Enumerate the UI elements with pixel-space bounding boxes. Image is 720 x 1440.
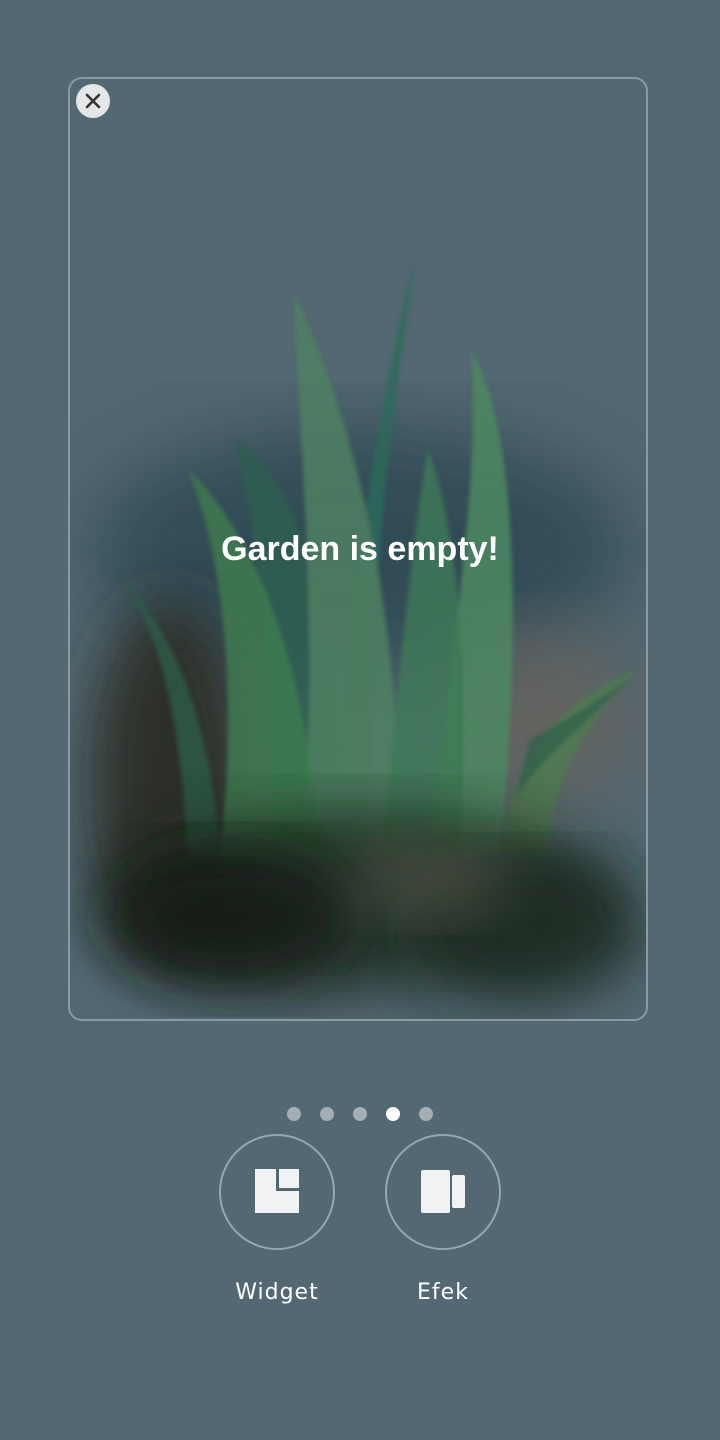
effects-button[interactable]: Efek xyxy=(385,1134,501,1305)
widget-button-circle[interactable] xyxy=(219,1134,335,1250)
widget-icon xyxy=(255,1169,299,1213)
effects-icon xyxy=(421,1170,465,1213)
close-icon xyxy=(85,93,101,109)
effects-label: Efek xyxy=(417,1280,469,1305)
page-dot[interactable] xyxy=(353,1107,367,1121)
page-indicator xyxy=(0,1107,720,1123)
page-dot-active[interactable] xyxy=(386,1107,400,1121)
page-dot[interactable] xyxy=(320,1107,334,1121)
widget-button[interactable]: Widget xyxy=(219,1134,335,1305)
close-button[interactable] xyxy=(76,84,110,118)
effects-button-circle[interactable] xyxy=(385,1134,501,1250)
page-dot[interactable] xyxy=(287,1107,301,1121)
empty-garden-message: Garden is empty! xyxy=(221,530,499,568)
page-dot[interactable] xyxy=(419,1107,433,1121)
home-screen-editor: Garden is empty! Widget Efek xyxy=(0,0,720,1440)
widget-label: Widget xyxy=(235,1280,319,1305)
